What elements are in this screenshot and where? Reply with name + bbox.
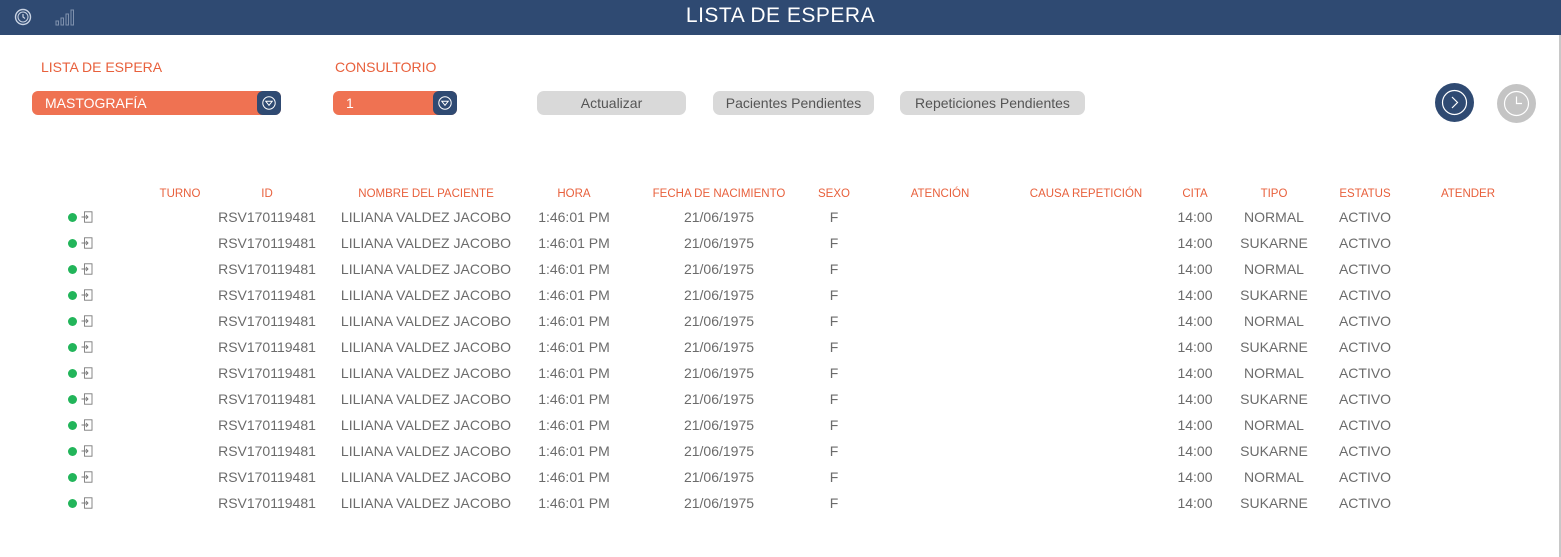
- consultorio-value: 1: [346, 95, 354, 111]
- cell-estatus: ACTIVO: [1338, 391, 1392, 407]
- consultorio-dropdown[interactable]: 1: [333, 91, 457, 115]
- cell-sexo: F: [829, 235, 839, 251]
- column-header-id: ID: [261, 188, 273, 200]
- table-row[interactable]: RSV170119481 LILIANA VALDEZ JACOBO 1:46:01…: [0, 207, 1561, 233]
- cell-estatus: ACTIVO: [1338, 287, 1392, 303]
- lista-espera-dropdown[interactable]: MASTOGRAFÍA: [32, 91, 281, 115]
- sign-in-icon[interactable]: [81, 211, 93, 223]
- sign-in-icon[interactable]: [81, 263, 93, 275]
- cell-sexo: F: [829, 417, 839, 433]
- status-dot-icon: [68, 447, 77, 456]
- cell-sexo: F: [829, 365, 839, 381]
- status-dot-icon: [68, 473, 77, 482]
- actualizar-button[interactable]: Actualizar: [537, 91, 686, 115]
- cell-id: RSV170119481: [218, 261, 316, 277]
- table-row[interactable]: RSV170119481 LILIANA VALDEZ JACOBO 1:46:01…: [0, 389, 1561, 415]
- clock-icon: [1503, 90, 1530, 117]
- table-row[interactable]: RSV170119481 LILIANA VALDEZ JACOBO 1:46:01…: [0, 493, 1561, 519]
- cell-id: RSV170119481: [218, 339, 316, 355]
- status-dot-icon: [68, 291, 77, 300]
- table-row[interactable]: RSV170119481 LILIANA VALDEZ JACOBO 1:46:01…: [0, 311, 1561, 337]
- cell-id: RSV170119481: [218, 495, 316, 511]
- table-row[interactable]: RSV170119481 LILIANA VALDEZ JACOBO 1:46:01…: [0, 285, 1561, 311]
- cell-sexo: F: [829, 469, 839, 485]
- cell-sexo: F: [829, 209, 839, 225]
- status-dot-icon: [68, 213, 77, 222]
- cell-sexo: F: [829, 391, 839, 407]
- cell-id: RSV170119481: [218, 287, 316, 303]
- table-row[interactable]: RSV170119481 LILIANA VALDEZ JACOBO 1:46:01…: [0, 415, 1561, 441]
- cell-estatus: ACTIVO: [1338, 365, 1392, 381]
- next-button[interactable]: [1435, 83, 1474, 122]
- sign-in-icon[interactable]: [81, 497, 93, 509]
- status-dot-icon: [68, 343, 77, 352]
- consultorio-label: CONSULTORIO: [335, 59, 437, 75]
- table-row[interactable]: RSV170119481 LILIANA VALDEZ JACOBO 1:46:01…: [0, 363, 1561, 389]
- repeticiones-pendientes-button[interactable]: Repeticiones Pendientes: [900, 91, 1085, 115]
- page-title: LISTA DE ESPERA: [685, 4, 876, 27]
- cell-estatus: ACTIVO: [1338, 313, 1392, 329]
- chevron-down-icon[interactable]: [257, 91, 281, 115]
- lista-espera-value: MASTOGRAFÍA: [45, 95, 147, 111]
- sign-in-icon[interactable]: [81, 445, 93, 457]
- cell-estatus: ACTIVO: [1338, 469, 1392, 485]
- table-row[interactable]: RSV170119481 LILIANA VALDEZ JACOBO 1:46:01…: [0, 337, 1561, 363]
- status-dot-icon: [68, 239, 77, 248]
- column-header-atender: ATENDER: [1440, 188, 1496, 200]
- cell-sexo: F: [829, 287, 839, 303]
- cell-id: RSV170119481: [218, 443, 316, 459]
- table-row[interactable]: RSV170119481 LILIANA VALDEZ JACOBO 1:46:01…: [0, 259, 1561, 285]
- sign-in-icon[interactable]: [81, 367, 93, 379]
- cell-sexo: F: [829, 313, 839, 329]
- cell-id: RSV170119481: [218, 469, 316, 485]
- cell-id: RSV170119481: [218, 313, 316, 329]
- cell-estatus: ACTIVO: [1338, 495, 1392, 511]
- cell-sexo: F: [829, 495, 839, 511]
- cell-estatus: ACTIVO: [1338, 443, 1392, 459]
- cell-estatus: ACTIVO: [1338, 417, 1392, 433]
- sign-in-icon[interactable]: [81, 393, 93, 405]
- cell-id: RSV170119481: [218, 365, 316, 381]
- pacientes-pendientes-button[interactable]: Pacientes Pendientes: [713, 91, 874, 115]
- status-dot-icon: [68, 421, 77, 430]
- cell-estatus: ACTIVO: [1338, 209, 1392, 225]
- cell-id: RSV170119481: [218, 235, 316, 251]
- status-dot-icon: [68, 317, 77, 326]
- clock-button[interactable]: [1497, 84, 1536, 123]
- status-dot-icon: [68, 265, 77, 274]
- top-bar: LISTA DE ESPERA: [0, 0, 1561, 35]
- table-row[interactable]: RSV170119481 LILIANA VALDEZ JACOBO 1:46:01…: [0, 441, 1561, 467]
- cell-estatus: ACTIVO: [1338, 235, 1392, 251]
- chevron-right-icon: [1441, 89, 1468, 116]
- sign-in-icon[interactable]: [81, 289, 93, 301]
- cell-estatus: ACTIVO: [1338, 339, 1392, 355]
- sign-in-icon[interactable]: [81, 471, 93, 483]
- status-dot-icon: [68, 499, 77, 508]
- sign-in-icon[interactable]: [81, 341, 93, 353]
- cell-sexo: F: [829, 261, 839, 277]
- cell-id: RSV170119481: [218, 391, 316, 407]
- status-dot-icon: [68, 369, 77, 378]
- cell-id: RSV170119481: [218, 417, 316, 433]
- table-row[interactable]: RSV170119481 LILIANA VALDEZ JACOBO 1:46:01…: [0, 233, 1561, 259]
- sign-in-icon[interactable]: [81, 315, 93, 327]
- cell-id: RSV170119481: [218, 209, 316, 225]
- cell-sexo: F: [829, 339, 839, 355]
- sign-in-icon[interactable]: [81, 237, 93, 249]
- status-dot-icon: [68, 395, 77, 404]
- sign-in-icon[interactable]: [81, 419, 93, 431]
- cell-sexo: F: [829, 443, 839, 459]
- lista-espera-label: LISTA DE ESPERA: [41, 59, 163, 75]
- chevron-down-icon[interactable]: [433, 91, 457, 115]
- cell-estatus: ACTIVO: [1338, 261, 1392, 277]
- table-row[interactable]: RSV170119481 LILIANA VALDEZ JACOBO 1:46:01…: [0, 467, 1561, 493]
